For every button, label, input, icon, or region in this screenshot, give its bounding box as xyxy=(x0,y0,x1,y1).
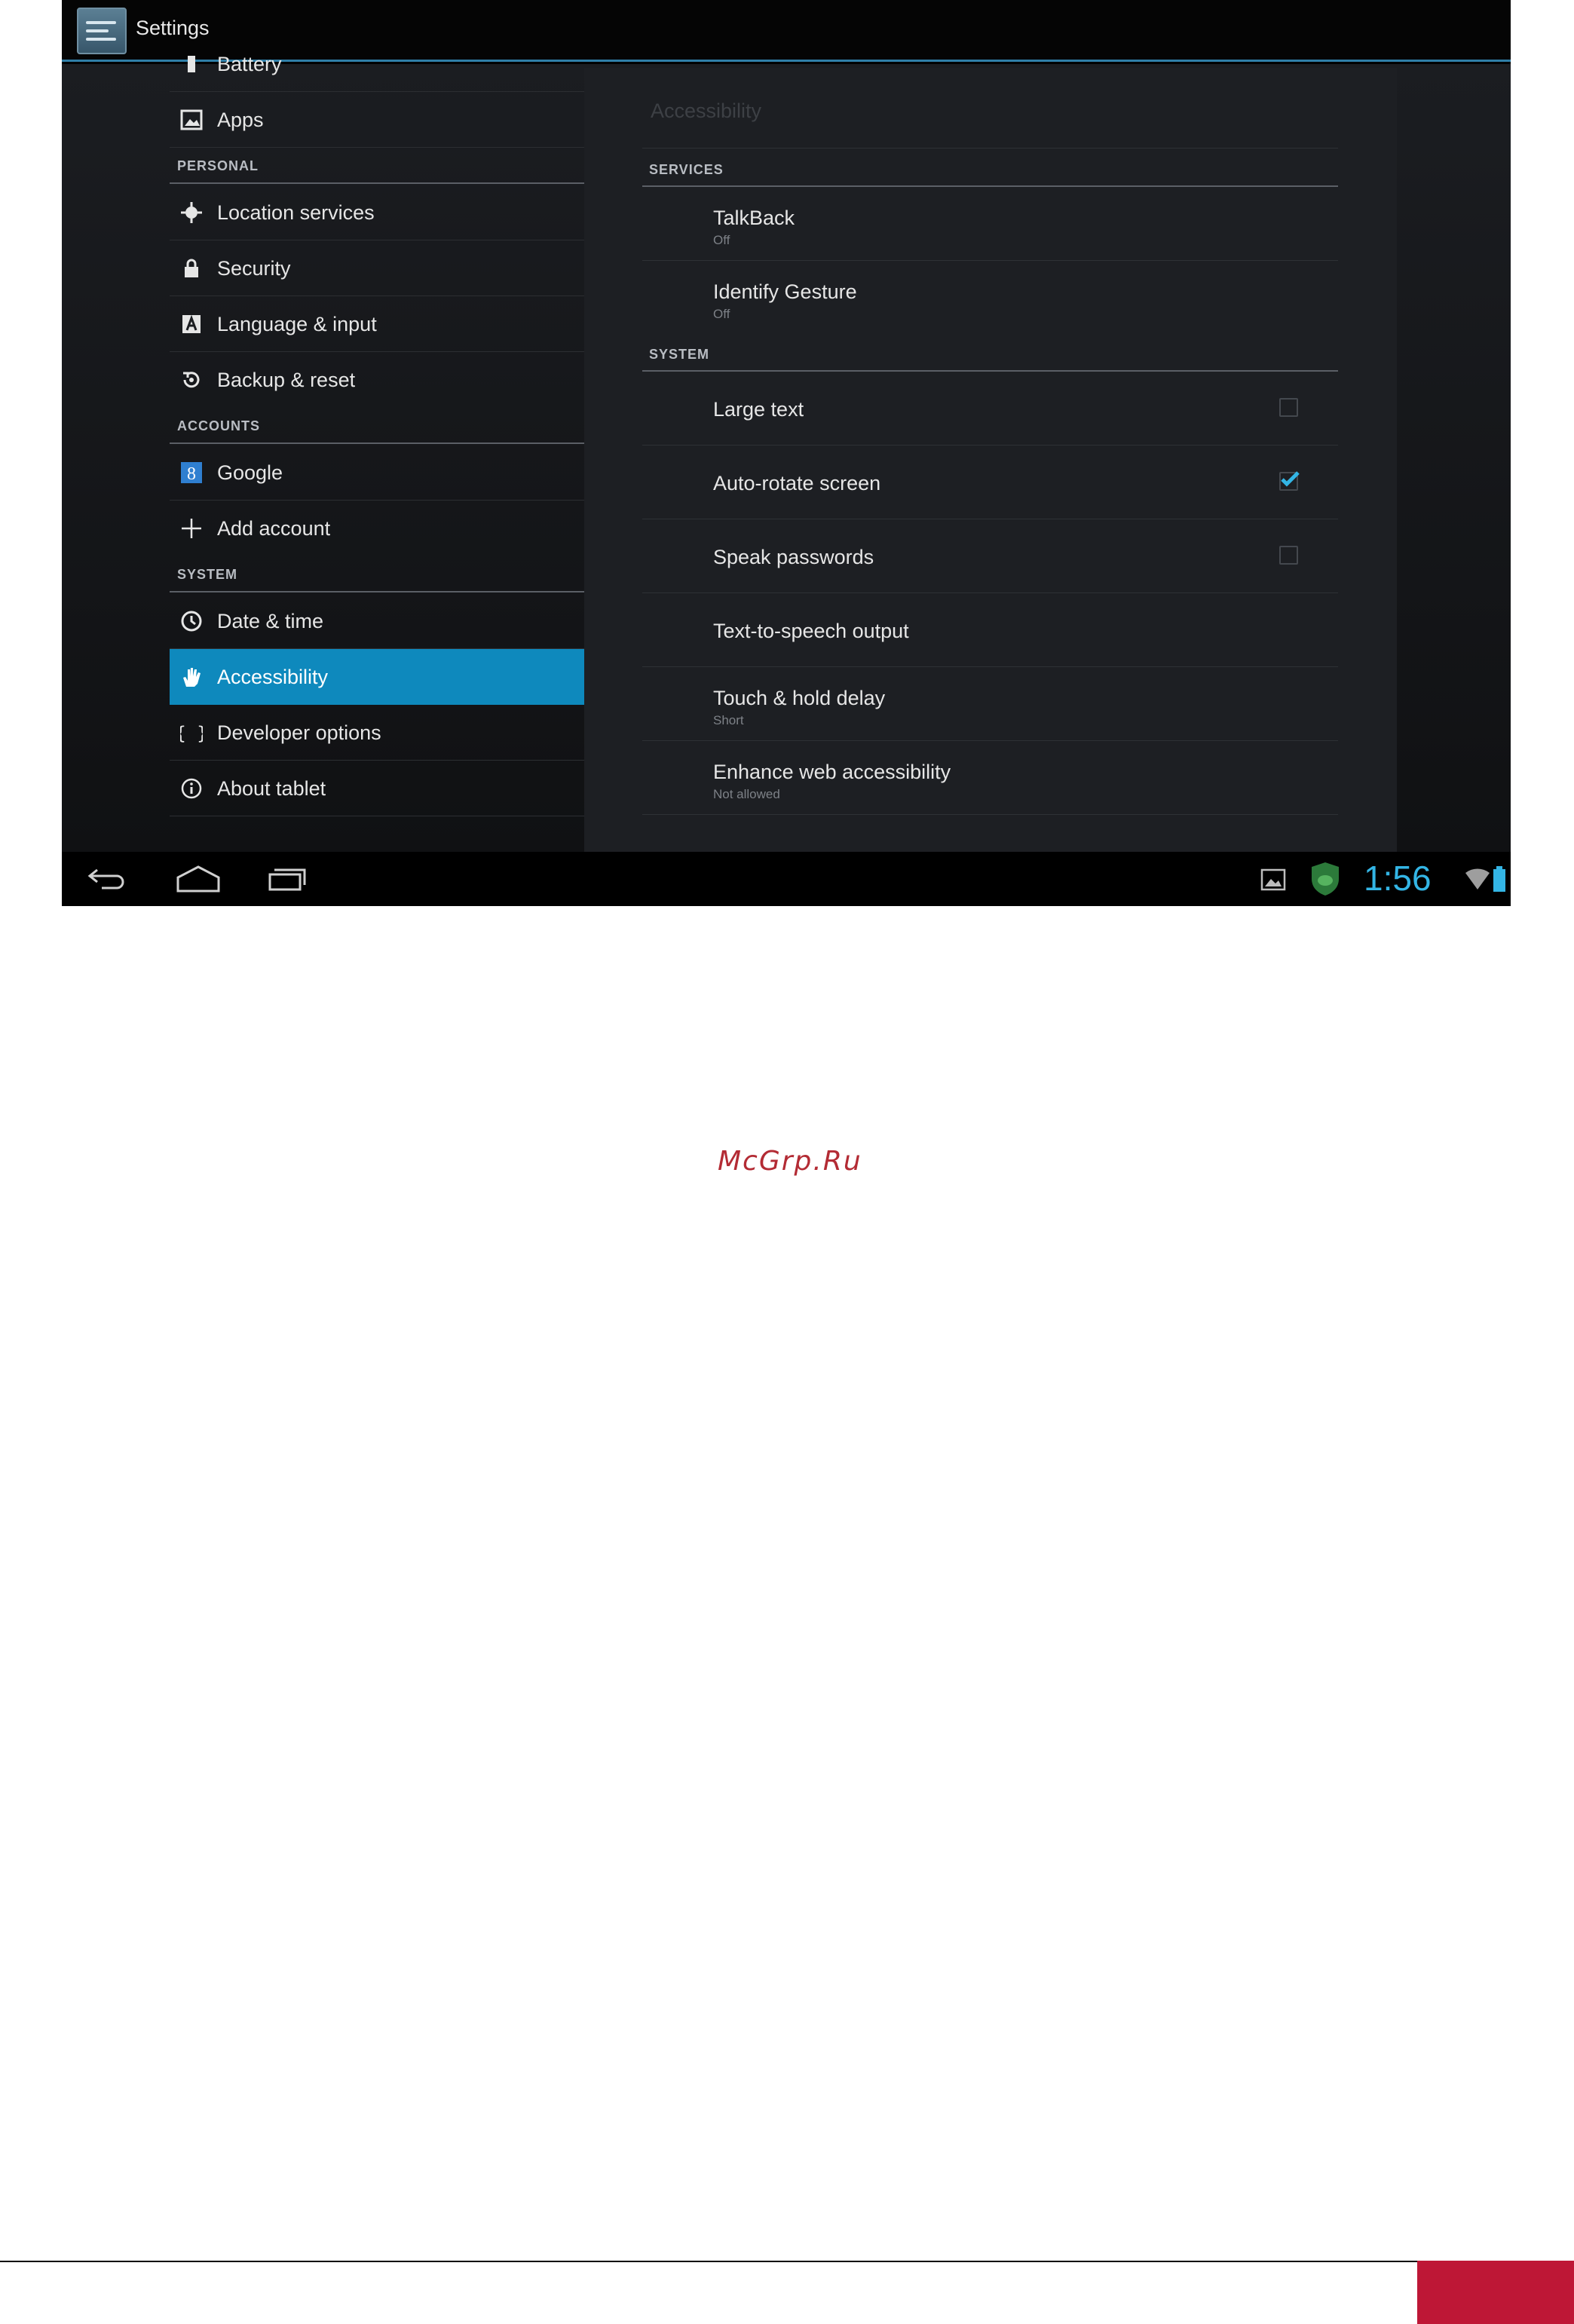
settings-sidebar: Battery Apps PERSONAL Location services … xyxy=(170,53,643,852)
home-icon[interactable] xyxy=(175,864,222,894)
watermark-text: McGrp.Ru xyxy=(718,1146,862,1177)
sidebar-item-add-account[interactable]: Add account xyxy=(170,501,643,556)
back-icon[interactable] xyxy=(87,865,127,893)
lock-icon xyxy=(185,259,198,277)
sidebar-item-accessibility[interactable]: Accessibility xyxy=(170,649,643,705)
auto-rotate-checkbox[interactable] xyxy=(1279,471,1300,491)
backup-icon xyxy=(183,372,200,388)
pref-summary: Short xyxy=(713,713,744,727)
hand-icon xyxy=(183,668,201,687)
system-header: SYSTEM xyxy=(649,347,710,362)
pref-title: Touch & hold delay xyxy=(713,687,886,709)
svg-text:8: 8 xyxy=(187,464,196,484)
pref-title: Speak passwords xyxy=(713,546,874,568)
location-icon xyxy=(181,202,202,223)
sidebar-item-label: Location services xyxy=(217,201,375,224)
svg-text:{ }: { } xyxy=(180,723,203,744)
recent-apps-icon[interactable] xyxy=(267,865,308,893)
section-header-personal: PERSONAL xyxy=(177,158,259,173)
battery-status-icon xyxy=(1493,866,1505,892)
footer-accent-block xyxy=(1417,2261,1574,2324)
pref-title: Text-to-speech output xyxy=(713,620,909,642)
pref-large-text[interactable]: Large text xyxy=(642,372,1338,446)
sidebar-item-date-time[interactable]: Date & time xyxy=(170,593,643,649)
settings-content: Battery Apps PERSONAL Location services … xyxy=(62,53,1511,852)
sidebar-item-backup-reset[interactable]: Backup & reset xyxy=(170,352,643,408)
plus-icon xyxy=(182,519,201,538)
tablet-screenshot: Settings Battery Apps PERSONAL Location … xyxy=(62,0,1511,906)
battery-icon xyxy=(188,56,195,72)
clock-icon xyxy=(181,611,202,632)
sidebar-item-label: Battery xyxy=(217,53,282,75)
section-divider xyxy=(170,591,643,592)
sidebar-item-label: About tablet xyxy=(217,777,326,800)
sidebar-item-location-services[interactable]: Location services xyxy=(170,185,643,240)
accessibility-panel: Accessibility SERVICES TalkBack Off Iden… xyxy=(584,68,1397,852)
pref-summary: Not allowed xyxy=(713,787,780,801)
sidebar-item-security[interactable]: Security xyxy=(170,240,643,296)
sidebar-item-label: Developer options xyxy=(217,721,381,744)
sidebar-item-label: Accessibility xyxy=(217,666,329,688)
pref-title: Large text xyxy=(713,398,804,421)
pref-talkback[interactable]: TalkBack Off xyxy=(642,187,1338,261)
sidebar-item-developer-options[interactable]: { } Developer options xyxy=(170,705,643,761)
pref-identify-gesture[interactable]: Identify Gesture Off xyxy=(642,261,1338,327)
android-shield-icon[interactable] xyxy=(1309,861,1341,897)
checkmark-icon xyxy=(1281,471,1300,487)
section-header-accounts: ACCOUNTS xyxy=(177,418,260,433)
panel-title: Accessibility xyxy=(651,100,762,122)
sidebar-item-language-input[interactable]: Language & input xyxy=(170,296,643,352)
settings-app-icon[interactable] xyxy=(77,8,127,54)
pref-summary: Off xyxy=(713,307,730,321)
speak-passwords-checkbox[interactable] xyxy=(1279,546,1298,565)
sidebar-item-about-tablet[interactable]: About tablet xyxy=(170,761,643,816)
sidebar-item-label: Apps xyxy=(217,109,264,131)
sidebar-item-apps[interactable]: Apps xyxy=(170,92,643,148)
status-clock: 1:56 xyxy=(1364,859,1432,898)
pref-title: Identify Gesture xyxy=(713,280,857,303)
pref-auto-rotate-screen[interactable]: Auto-rotate screen xyxy=(642,446,1338,519)
title-divider xyxy=(642,148,1338,149)
large-text-checkbox[interactable] xyxy=(1279,398,1298,417)
wifi-icon xyxy=(1465,868,1490,889)
pref-summary: Off xyxy=(713,233,730,247)
gallery-notification-icon[interactable] xyxy=(1260,868,1286,891)
sidebar-item-label: Security xyxy=(217,257,291,280)
language-icon xyxy=(182,314,201,333)
sidebar-item-google[interactable]: 8 Google xyxy=(170,445,643,501)
sidebar-item-label: Backup & reset xyxy=(217,369,356,391)
section-divider xyxy=(170,182,643,184)
footer-divider xyxy=(0,2261,1574,2262)
sidebar-item-label: Google xyxy=(217,461,283,484)
pref-enhance-web-accessibility[interactable]: Enhance web accessibility Not allowed xyxy=(642,741,1338,815)
apps-icon xyxy=(180,109,203,130)
section-divider xyxy=(170,442,643,444)
google-icon: 8 xyxy=(181,462,202,484)
pref-title: TalkBack xyxy=(713,207,795,229)
sidebar-item-label: Add account xyxy=(217,517,331,540)
pref-title: Auto-rotate screen xyxy=(713,472,881,495)
pref-title: Enhance web accessibility xyxy=(713,761,951,783)
sidebar-item-label: Date & time xyxy=(217,610,324,632)
navigation-bar: 1:56 xyxy=(62,852,1511,906)
pref-text-to-speech-output[interactable]: Text-to-speech output xyxy=(642,593,1338,667)
sidebar-item-label: Language & input xyxy=(217,313,377,335)
pref-touch-hold-delay[interactable]: Touch & hold delay Short xyxy=(642,667,1338,741)
sidebar-item-battery[interactable]: Battery xyxy=(170,36,643,92)
info-icon xyxy=(181,778,202,799)
pref-speak-passwords[interactable]: Speak passwords xyxy=(642,519,1338,593)
section-header-system: SYSTEM xyxy=(177,567,238,582)
services-header: SERVICES xyxy=(649,162,724,177)
braces-icon: { } xyxy=(180,723,203,744)
